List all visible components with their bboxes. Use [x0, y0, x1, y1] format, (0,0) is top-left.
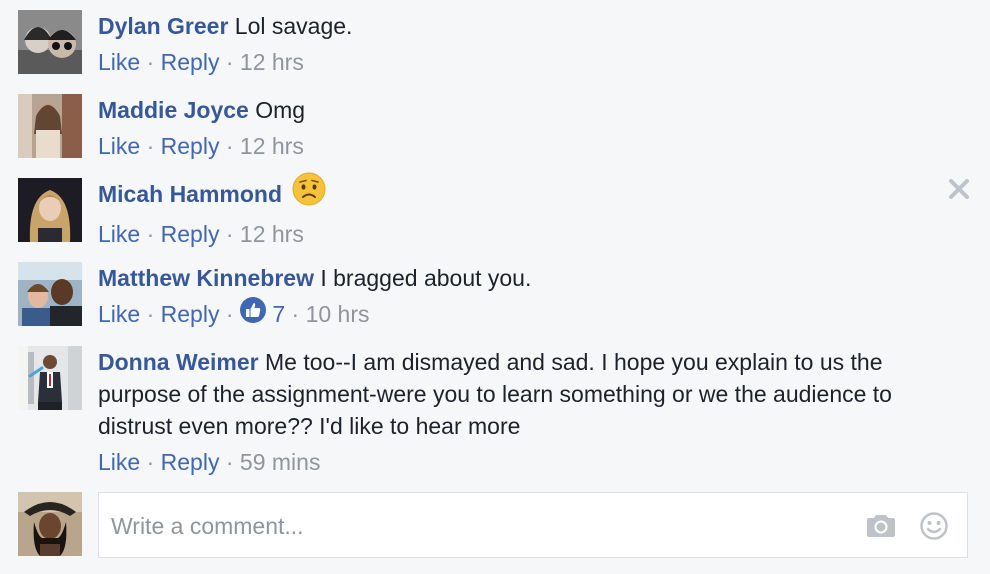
- worried-face-emoji-icon: [292, 172, 326, 214]
- separator: ·: [225, 133, 234, 159]
- comment-text: Omg: [255, 97, 306, 123]
- reply-link[interactable]: Reply: [161, 49, 220, 75]
- commenter-name[interactable]: Donna Weimer: [98, 349, 259, 375]
- timestamp[interactable]: 12 hrs: [240, 221, 304, 247]
- thumbs-up-icon[interactable]: [239, 296, 266, 331]
- separator: ·: [146, 221, 155, 247]
- separator: ·: [225, 221, 234, 247]
- timestamp[interactable]: 12 hrs: [240, 133, 304, 159]
- timestamp[interactable]: 10 hrs: [306, 301, 370, 327]
- reply-link[interactable]: Reply: [161, 133, 220, 159]
- like-link[interactable]: Like: [98, 301, 140, 327]
- reply-link[interactable]: Reply: [161, 301, 220, 327]
- separator: ·: [225, 449, 234, 475]
- separator: ·: [225, 301, 234, 327]
- camera-icon[interactable]: [865, 513, 897, 544]
- separator: ·: [146, 301, 155, 327]
- avatar[interactable]: [18, 178, 82, 242]
- commenter-name[interactable]: Maddie Joyce: [98, 97, 249, 123]
- comment-text: I bragged about you.: [320, 265, 532, 291]
- like-link[interactable]: Like: [98, 221, 140, 247]
- avatar[interactable]: [18, 346, 82, 410]
- separator: ·: [146, 133, 155, 159]
- comment-text: Lol savage.: [234, 13, 353, 39]
- reply-link[interactable]: Reply: [161, 449, 220, 475]
- separator: ·: [291, 301, 300, 327]
- separator: ·: [146, 449, 155, 475]
- timestamp[interactable]: 12 hrs: [240, 49, 304, 75]
- reply-link[interactable]: Reply: [161, 221, 220, 247]
- commenter-name[interactable]: Dylan Greer: [98, 13, 228, 39]
- close-icon[interactable]: [948, 178, 970, 200]
- avatar[interactable]: [18, 10, 82, 74]
- avatar[interactable]: [18, 94, 82, 158]
- separator: ·: [146, 49, 155, 75]
- smiley-icon[interactable]: [919, 511, 949, 546]
- commenter-name[interactable]: Micah Hammond: [98, 181, 282, 207]
- avatar[interactable]: [18, 262, 82, 326]
- commenter-name[interactable]: Matthew Kinnebrew: [98, 265, 314, 291]
- comment-input[interactable]: [109, 507, 833, 545]
- like-count[interactable]: 7: [272, 301, 285, 327]
- like-link[interactable]: Like: [98, 133, 140, 159]
- timestamp[interactable]: 59 mins: [240, 449, 321, 475]
- separator: ·: [225, 49, 234, 75]
- like-link[interactable]: Like: [98, 49, 140, 75]
- current-user-avatar[interactable]: [18, 492, 82, 556]
- like-link[interactable]: Like: [98, 449, 140, 475]
- comment-composer: [98, 492, 968, 558]
